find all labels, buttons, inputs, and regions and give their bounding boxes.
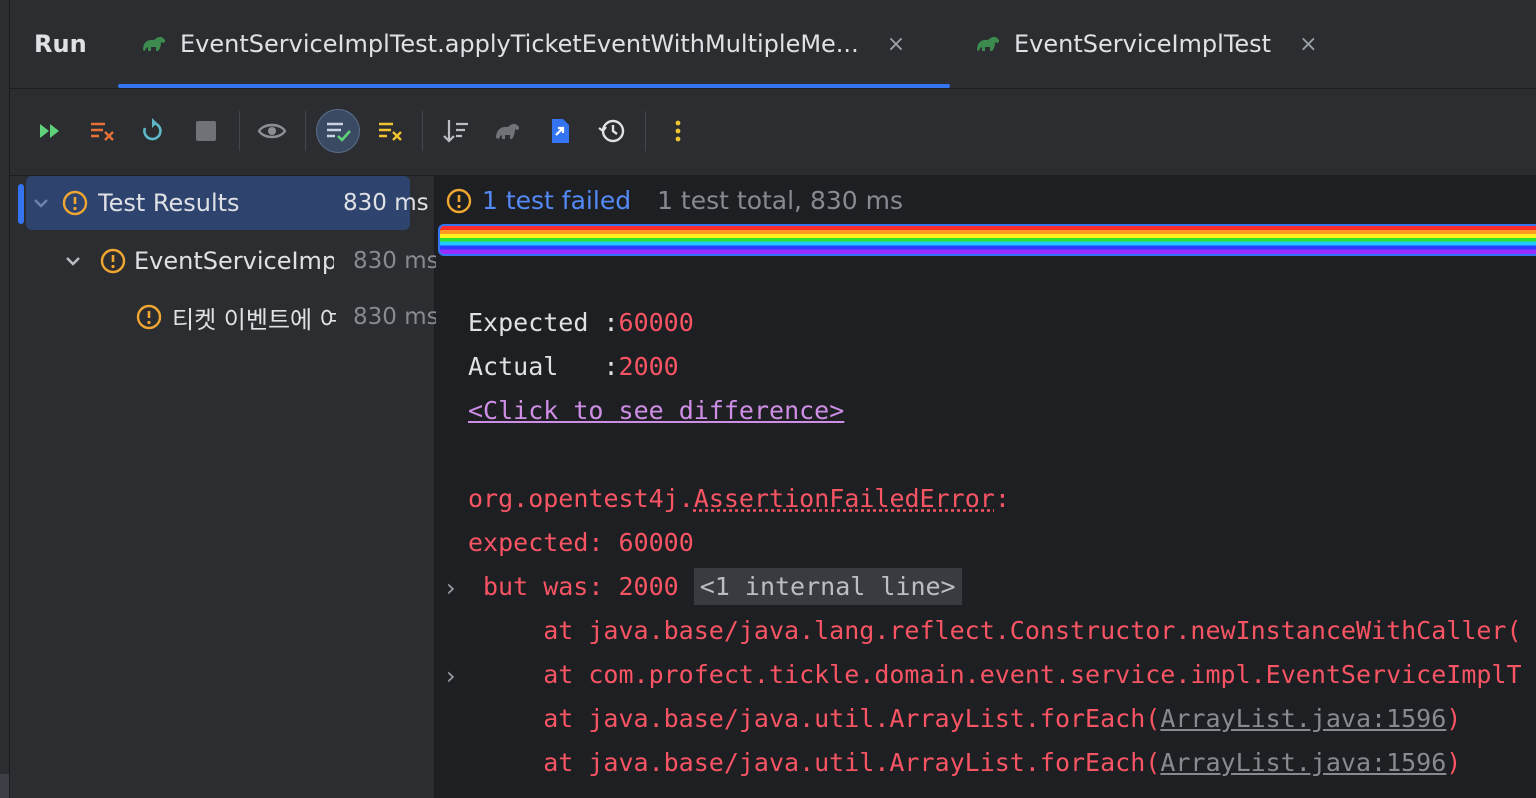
tree-row-label: EventServiceImpl [134,247,334,275]
tab-label: EventServiceImplTest.applyTicketEventWit… [180,30,859,58]
chevron-down-icon[interactable] [30,192,52,214]
export-button[interactable] [540,111,580,151]
gradle-button[interactable] [488,111,528,151]
rerun-failed-button[interactable] [30,111,70,151]
close-icon[interactable]: × [887,32,905,57]
test-status-bar: 1 test failed 1 test total, 830 ms [446,186,903,215]
diff-link[interactable]: <Click to see difference> [468,396,844,425]
strip-marker [0,774,9,798]
stack-line: at java.base/java.util.ArrayList.forEach… [483,704,1461,733]
error-class-link[interactable]: AssertionFailedError [694,484,995,513]
close-icon[interactable]: × [1299,32,1317,57]
stack-prefix: at java.base/java.util.ArrayList.forEach… [483,748,1161,777]
list-check-icon [327,122,351,142]
export-icon [552,119,569,143]
expand-chevron-icon[interactable]: › [446,574,456,602]
error-colon: : [994,484,1010,513]
test-output-console[interactable]: 1 test failed 1 test total, 830 ms Expec… [436,176,1536,798]
warning-icon [62,190,88,216]
expected-value: 60000 [618,308,694,337]
more-button[interactable] [658,111,698,151]
rerun-icon [143,118,162,141]
warning-icon [100,248,126,274]
active-tab-indicator [118,84,950,88]
stop-icon [196,121,216,141]
but-was-line: but was: 2000 <1 internal line> [483,568,962,605]
error-package: org.opentest4j. [468,484,694,513]
tree-row-label: 티켓 이벤트에 여 [172,305,336,334]
left-tool-strip [0,0,10,798]
tab-current-test[interactable]: EventServiceImplTest.applyTicketEventWit… [118,0,950,88]
failed-count: 1 test failed [482,186,632,215]
toolbar-separator [239,111,240,151]
rerun-button[interactable] [132,111,172,151]
stack-prefix: at java.base/java.util.ArrayList.forEach… [483,704,1161,733]
expected-line: Expected :60000 [468,308,694,337]
show-passed-button[interactable] [252,111,292,151]
clear-all-icon [91,122,114,141]
tab-label: EventServiceImplTest [1014,30,1272,58]
source-link[interactable]: ArrayList.java:1596 [1160,748,1446,777]
tab-test-class[interactable]: EventServiceImplTest × [974,0,1318,88]
internal-lines-fold[interactable]: <1 internal line> [693,568,962,605]
warning-icon [136,304,162,330]
tree-row-test-class[interactable]: EventServiceImpl 830 ms [62,234,439,288]
sort-icon [443,120,468,143]
show-ignored-toggle[interactable] [316,109,360,153]
toolbar-separator [645,111,646,151]
gradle-icon [496,123,520,139]
eye-icon [257,123,287,139]
history-icon [598,119,625,143]
tree-row-label: Test Results [98,189,240,217]
stack-line: at java.base/java.lang.reflect.Construct… [483,616,1522,645]
source-link[interactable]: ArrayList.java:1596 [1160,704,1446,733]
stack-suffix: ) [1446,704,1462,733]
selection-edge [18,184,24,224]
stack-suffix: ) [1446,748,1462,777]
error-line: org.opentest4j.AssertionFailedError: [468,484,1010,513]
sort-button[interactable] [436,111,476,151]
tree-row-time: 830 ms [343,190,429,216]
tree-row-test-results[interactable]: Test Results 830 ms [26,176,429,230]
rerun-failed-icon [40,124,59,138]
toolbar-separator [305,111,306,151]
chevron-down-icon[interactable] [62,250,84,272]
tool-window-title: Run [34,30,87,58]
tree-row-time: 830 ms [353,304,439,330]
expected-label: Expected : [468,308,619,337]
test-progress-bar [438,224,1536,256]
clear-failed-icon [379,122,402,141]
history-button[interactable] [592,111,632,151]
clear-failed-button[interactable] [370,111,410,151]
tree-row-time: 830 ms [353,248,439,274]
run-toolbar [10,89,1536,176]
expected-message: expected: 60000 [468,528,694,557]
more-icon [675,120,681,142]
stop-button[interactable] [186,111,226,151]
run-tab-bar: Run EventServiceImplTest.applyTicketEven… [10,0,1536,89]
stack-line: at java.base/java.util.ArrayList.forEach… [483,748,1461,777]
gradle-icon [977,36,1000,51]
actual-label: Actual : [468,352,619,381]
expand-chevron-icon[interactable]: › [446,662,456,690]
but-was-text: but was: 2000 [483,572,679,601]
actual-line: Actual :2000 [468,352,679,381]
stack-line: at com.profect.tickle.domain.event.servi… [483,660,1522,689]
toolbar-separator [422,111,423,151]
clear-all-button[interactable] [82,111,122,151]
test-summary: 1 test total, 830 ms [657,186,903,215]
actual-value: 2000 [618,352,679,381]
warning-icon [446,188,472,213]
gradle-icon [143,36,166,51]
test-tree: Test Results 830 ms EventServiceImpl 830… [10,176,439,798]
tree-row-test-method[interactable]: 티켓 이벤트에 여 830 ms [136,290,439,344]
